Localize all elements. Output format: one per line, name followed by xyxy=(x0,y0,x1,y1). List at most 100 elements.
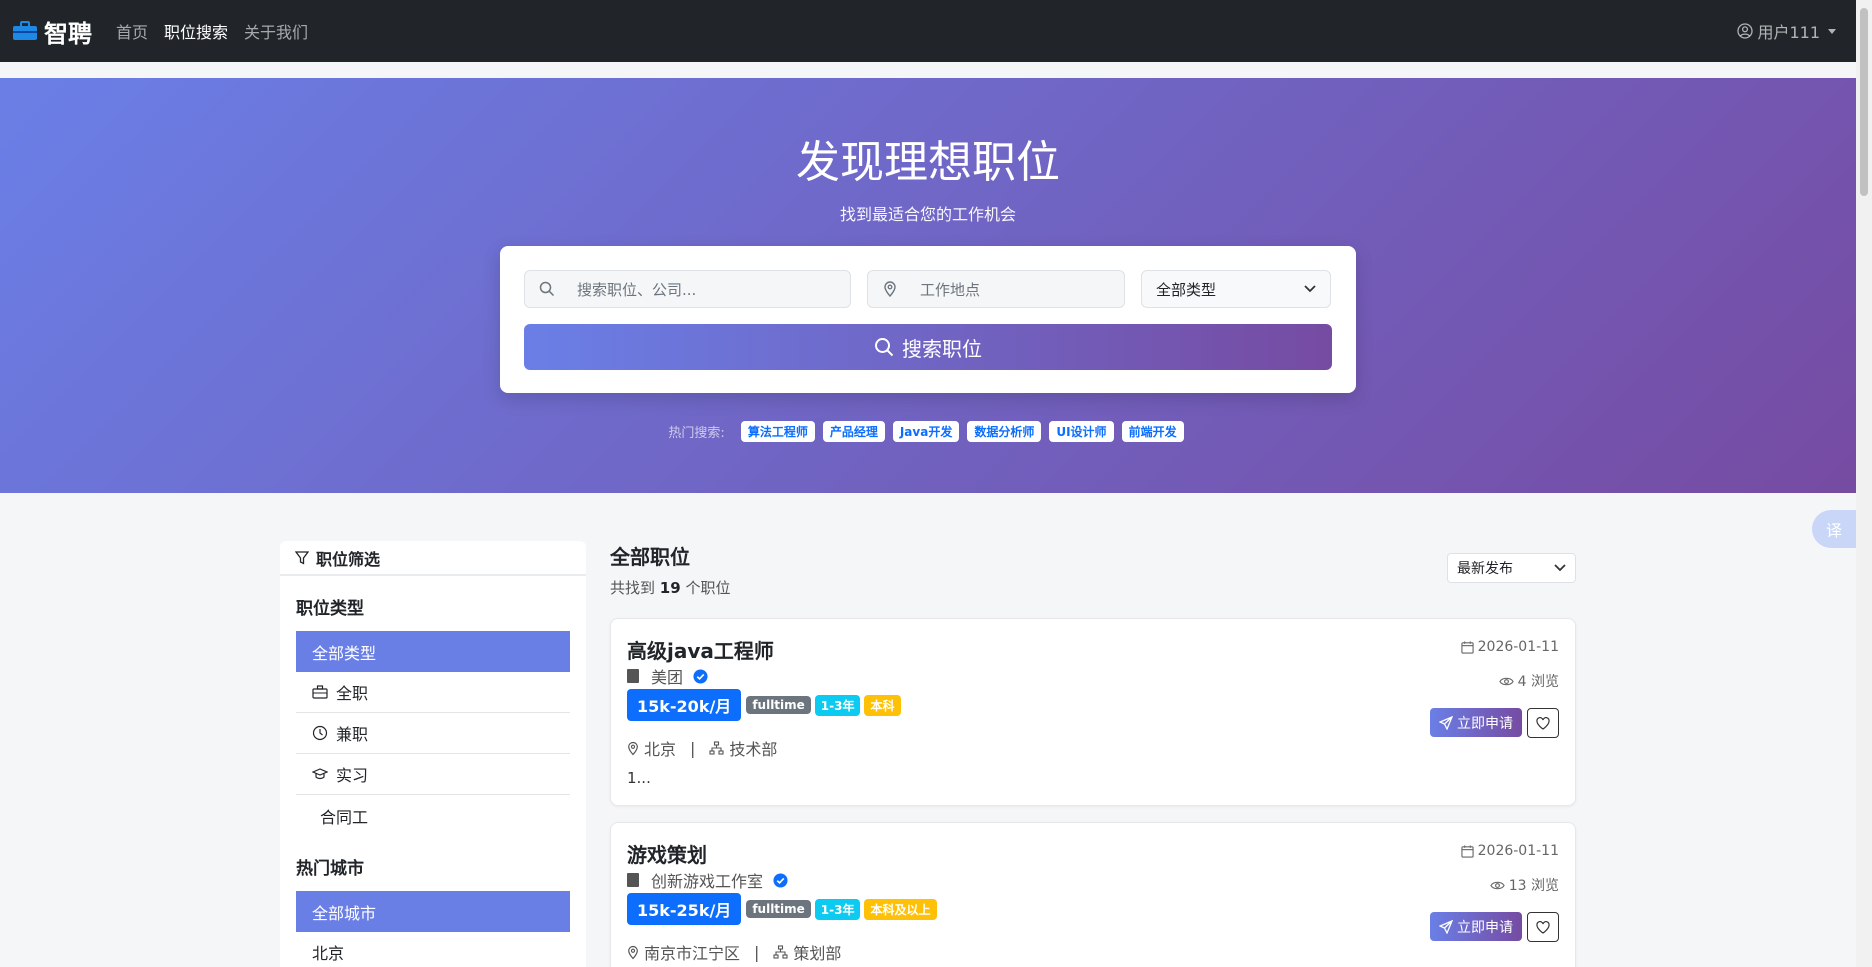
chevron-down-icon xyxy=(1828,28,1836,34)
job-title[interactable]: 游戏策划 xyxy=(627,839,707,868)
post-date: 2026-01-11 xyxy=(1460,639,1559,655)
apply-button[interactable]: 立即申请 xyxy=(1430,912,1522,941)
sort-select[interactable]: 最新发布 xyxy=(1447,553,1576,583)
filter-sidebar: 职位筛选 职位类型 全部类型 全职 兼职 实习 合同工 热门城市 全部城市 北京 xyxy=(280,541,586,967)
graduation-cap-icon xyxy=(312,768,328,780)
nav-job-search[interactable]: 职位搜索 xyxy=(164,19,228,43)
heart-icon xyxy=(1536,716,1550,730)
hot-tag[interactable]: 算法工程师 xyxy=(740,421,815,442)
job-description: 1... xyxy=(627,769,651,787)
hot-search-label: 热门搜索: xyxy=(668,426,725,441)
view-count-value: 13 浏览 xyxy=(1508,878,1559,894)
filter-icon xyxy=(295,550,309,565)
experience-badge: 1-3年 xyxy=(814,898,861,920)
search-button-label: 搜索职位 xyxy=(902,336,982,361)
search-icon xyxy=(875,338,894,357)
hot-tag[interactable]: 前端开发 xyxy=(1121,421,1184,442)
separator: | xyxy=(754,942,760,962)
translate-label: 译 xyxy=(1825,521,1842,540)
salary-badge: 15k-25k/月 xyxy=(627,893,742,925)
job-card[interactable]: 游戏策划 创新游戏工作室 15k-25k/月 fulltime 1-3年 本科及… xyxy=(610,822,1576,967)
education-badge: 本科 xyxy=(864,694,901,716)
job-type-select[interactable]: 全部类型 xyxy=(1141,270,1331,308)
hot-tag[interactable]: 数据分析师 xyxy=(967,421,1042,442)
send-icon xyxy=(1439,919,1453,934)
heart-icon xyxy=(1536,920,1550,934)
filter-type-internship[interactable]: 实习 xyxy=(296,754,570,795)
job-card[interactable]: 高级java工程师 美团 15k-20k/月 fulltime 1-3年 本科 … xyxy=(610,618,1576,806)
briefcase-icon xyxy=(13,21,37,40)
filter-type-label: 全部类型 xyxy=(312,643,377,663)
favorite-button[interactable] xyxy=(1527,708,1559,738)
user-menu[interactable]: 用户111 xyxy=(1737,19,1836,43)
sort-value: 最新发布 xyxy=(1457,561,1513,577)
post-date-value: 2026-01-11 xyxy=(1477,639,1559,655)
chevron-down-icon xyxy=(1304,285,1316,293)
filter-type-label: 全职 xyxy=(336,684,369,703)
apply-label: 立即申请 xyxy=(1457,919,1513,936)
job-department: 策划部 xyxy=(793,944,842,963)
apply-label: 立即申请 xyxy=(1457,715,1513,732)
filter-type-fulltime[interactable]: 全职 xyxy=(296,672,570,713)
count-value: 19 xyxy=(659,579,681,597)
count-suffix: 个职位 xyxy=(685,579,731,597)
filter-type-label: 兼职 xyxy=(336,725,369,744)
user-name: 用户111 xyxy=(1757,23,1820,42)
job-title[interactable]: 高级java工程师 xyxy=(627,635,774,664)
apply-button[interactable]: 立即申请 xyxy=(1430,708,1522,737)
hot-tag[interactable]: Java开发 xyxy=(892,421,960,442)
post-date-value: 2026-01-11 xyxy=(1477,843,1559,859)
filter-city-label: 北京 xyxy=(312,944,345,963)
eye-icon xyxy=(1498,677,1514,685)
verified-badge-icon xyxy=(773,872,788,888)
hot-tag[interactable]: 产品经理 xyxy=(822,421,885,442)
org-chart-icon xyxy=(773,945,788,959)
nav-about[interactable]: 关于我们 xyxy=(244,19,308,43)
filter-title: 职位筛选 xyxy=(316,549,381,569)
map-pin-icon xyxy=(628,945,638,959)
user-circle-icon xyxy=(1737,23,1754,39)
job-location: 南京市江宁区 xyxy=(644,944,741,963)
company-name: 美团 xyxy=(651,668,684,687)
filter-city-label: 全部城市 xyxy=(312,903,377,923)
view-count: 4 浏览 xyxy=(1498,671,1559,691)
search-card: 搜索职位、公司... 工作地点 全部类型 搜索职位 xyxy=(500,246,1356,393)
filter-city-beijing[interactable]: 北京 xyxy=(296,932,570,967)
translate-widget[interactable]: 译 xyxy=(1812,510,1856,548)
company-row: 美团 xyxy=(627,664,708,688)
building-icon xyxy=(627,669,639,683)
filter-type-label: 实习 xyxy=(336,766,369,785)
job-type-badge: fulltime xyxy=(746,900,811,918)
job-tags: 15k-20k/月 fulltime 1-3年 本科 xyxy=(627,689,905,721)
location-input[interactable]: 工作地点 xyxy=(867,270,1125,308)
clock-icon xyxy=(312,725,328,741)
filter-type-parttime[interactable]: 兼职 xyxy=(296,713,570,754)
calendar-icon xyxy=(1460,640,1474,654)
map-pin-icon xyxy=(868,281,912,297)
verified-badge-icon xyxy=(693,668,708,684)
filter-city-all[interactable]: 全部城市 xyxy=(296,891,570,932)
hero-banner: 发现理想职位 找到最适合您的工作机会 搜索职位、公司... 工作地点 全部类型 … xyxy=(0,78,1856,493)
results-title: 全部职位 xyxy=(610,545,690,569)
hot-tag[interactable]: UI设计师 xyxy=(1049,421,1114,442)
building-icon xyxy=(627,873,639,887)
filter-type-contract[interactable]: 合同工 xyxy=(296,795,570,836)
brand-logo[interactable]: 智聘 xyxy=(12,14,92,49)
calendar-icon xyxy=(1460,844,1474,858)
company-name: 创新游戏工作室 xyxy=(651,872,764,891)
filter-type-all[interactable]: 全部类型 xyxy=(296,631,570,672)
keyword-placeholder: 搜索职位、公司... xyxy=(577,280,697,299)
favorite-button[interactable] xyxy=(1527,912,1559,942)
search-jobs-button[interactable]: 搜索职位 xyxy=(524,324,1332,370)
top-navbar: 智聘 首页 职位搜索 关于我们 用户111 xyxy=(0,0,1856,62)
scrollbar-thumb[interactable] xyxy=(1860,8,1868,196)
results-header: 全部职位 共找到 19 个职位 最新发布 xyxy=(610,541,1576,598)
nav-home[interactable]: 首页 xyxy=(116,19,148,43)
keyword-search-input[interactable]: 搜索职位、公司... xyxy=(524,270,851,308)
filter-header: 职位筛选 xyxy=(280,541,586,576)
view-count: 13 浏览 xyxy=(1490,875,1559,895)
page-scrollbar[interactable] xyxy=(1856,0,1872,967)
job-department: 技术部 xyxy=(729,740,778,759)
count-prefix: 共找到 xyxy=(610,579,656,597)
job-type-value: 全部类型 xyxy=(1156,280,1217,299)
